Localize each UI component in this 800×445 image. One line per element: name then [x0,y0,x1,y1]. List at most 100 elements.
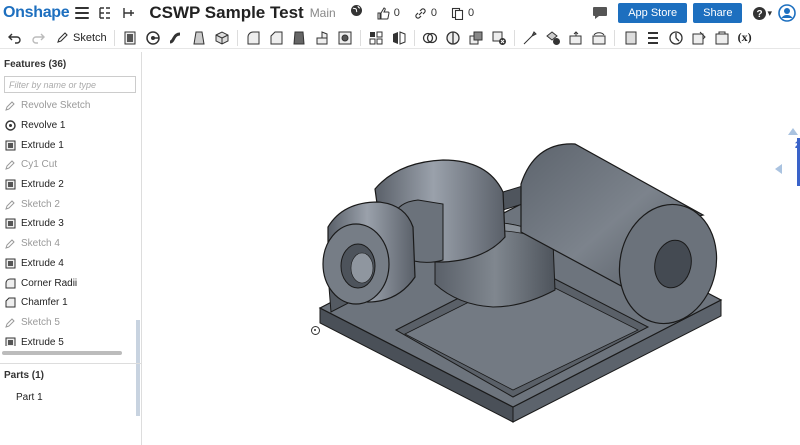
feature-label: Revolve 1 [21,120,66,132]
redo-icon[interactable] [30,30,46,46]
toolbar-divider [236,29,238,46]
split-icon[interactable] [445,30,461,46]
extrude-feature-icon [5,140,16,151]
part-item[interactable]: Part 1 [16,392,43,403]
parts-header: Parts (1) [4,370,45,381]
top-bar: Onshape CSWP Sample Test Main 0 0 0 App … [0,0,800,26]
user-avatar-icon[interactable] [778,4,796,22]
chamfer-feature-icon [5,297,16,308]
feature-label: Extrude 2 [21,179,64,191]
sketch-feature-icon [5,200,15,210]
rib-icon[interactable] [314,30,330,46]
extrude-feature-icon [5,337,16,346]
thicken-icon[interactable] [214,30,230,46]
undo-icon[interactable] [7,30,23,46]
fillet-feature-icon [5,278,16,289]
delete-part-icon[interactable] [491,30,507,46]
boolean-icon[interactable] [422,30,438,46]
likes-count: 0 [393,7,400,19]
feature-item[interactable]: Revolve Sketch [0,96,136,116]
copies-count: 0 [467,7,475,19]
help-menu[interactable]: ? ▾ [752,6,772,21]
graphics-viewport[interactable]: 2 [143,52,800,445]
help-caret: ▾ [767,7,772,18]
feature-panel: Features (36) Revolve Sketch Revolve 1 Ext… [0,52,142,445]
pattern-icon[interactable] [368,30,384,46]
view-cube-arrow-left-icon[interactable] [775,164,782,174]
share-button[interactable]: Share [693,3,743,23]
plane-icon[interactable] [622,30,638,46]
part-model[interactable] [143,52,800,445]
transform-icon[interactable] [468,30,484,46]
feature-label: Sketch 5 [21,316,60,328]
section-view-icon[interactable] [714,30,730,46]
feature-item[interactable]: Corner Radii [0,273,136,293]
feature-item[interactable]: Cy1 Cut [0,155,136,175]
move-face-icon[interactable] [568,30,584,46]
features-header: Features (36) [4,59,67,70]
measure-icon[interactable] [691,30,707,46]
svg-text:?: ? [757,9,763,20]
sketch-feature-icon [5,160,15,171]
likes-counter[interactable]: 0 [377,6,400,20]
feature-item[interactable]: Revolve 1 [0,116,136,136]
insert-icon[interactable] [121,6,135,20]
draft-icon[interactable] [291,30,307,46]
feature-list-scrollbar[interactable] [136,320,140,416]
feature-label: Chamfer 1 [21,297,68,309]
sketch-button[interactable]: Sketch [56,31,107,44]
extrude-icon[interactable] [122,30,138,46]
toolbar-divider [513,29,515,46]
feature-label: Corner Radii [21,277,78,289]
app-store-button[interactable]: App Store [618,3,688,23]
feature-item[interactable]: Sketch 5 [0,313,136,333]
sweep-icon[interactable] [168,30,184,46]
feature-item[interactable]: Sketch 4 [0,234,136,254]
variable-button[interactable]: (x) [738,30,752,45]
feature-label: Cy1 Cut [21,159,58,171]
revolve-icon[interactable] [145,30,161,46]
feature-list-horizontal-scrollbar[interactable] [2,351,122,355]
helix-icon[interactable] [668,30,684,46]
document-title[interactable]: CSWP Sample Test [149,3,303,23]
fillet-icon[interactable] [245,30,261,46]
mate-connector-icon[interactable] [645,30,661,46]
feature-item[interactable]: Extrude 2 [0,175,136,195]
sketch-feature-icon [5,318,15,328]
feature-item[interactable]: Extrude 1 [0,135,136,155]
feature-item[interactable]: Extrude 3 [0,214,136,234]
feature-toolbar: Sketch (x) [0,27,800,49]
extrude-feature-icon [5,258,16,269]
pencil-icon [57,32,68,43]
menu-icon[interactable] [75,7,90,19]
chamfer-icon[interactable] [268,30,284,46]
view-cube-arrow-up-icon[interactable] [788,128,798,135]
mirror-icon[interactable] [391,30,407,46]
feature-label: Sketch 4 [21,238,60,250]
link-icon [415,7,426,19]
copies-counter[interactable]: 0 [451,7,474,20]
shell-icon[interactable] [337,30,353,46]
branch-tree-icon[interactable] [98,6,112,20]
panel-divider [0,363,142,364]
feature-item[interactable]: Sketch 2 [0,194,136,214]
feature-label: Sketch 2 [21,198,60,210]
feature-item[interactable]: Extrude 5 [0,332,136,346]
loft-icon[interactable] [191,30,207,46]
extrude-feature-icon [5,218,16,229]
origin-icon[interactable] [311,326,320,335]
left-cylinder-hole-inner [350,252,374,284]
links-counter[interactable]: 0 [414,7,437,20]
onshape-logo[interactable]: Onshape [3,4,70,22]
sketch-feature-icon [5,239,15,249]
branch-label[interactable]: Main [310,6,336,20]
feature-filter-input[interactable] [4,76,136,93]
modify-fillet-icon[interactable] [522,30,538,46]
feature-item[interactable]: Extrude 4 [0,254,136,274]
delete-face-icon[interactable] [545,30,561,46]
feature-item[interactable]: Chamfer 1 [0,293,136,313]
replace-face-icon[interactable] [591,30,607,46]
globe-icon[interactable] [350,4,363,22]
chat-icon[interactable] [592,6,608,20]
thumbs-up-icon [377,6,390,19]
